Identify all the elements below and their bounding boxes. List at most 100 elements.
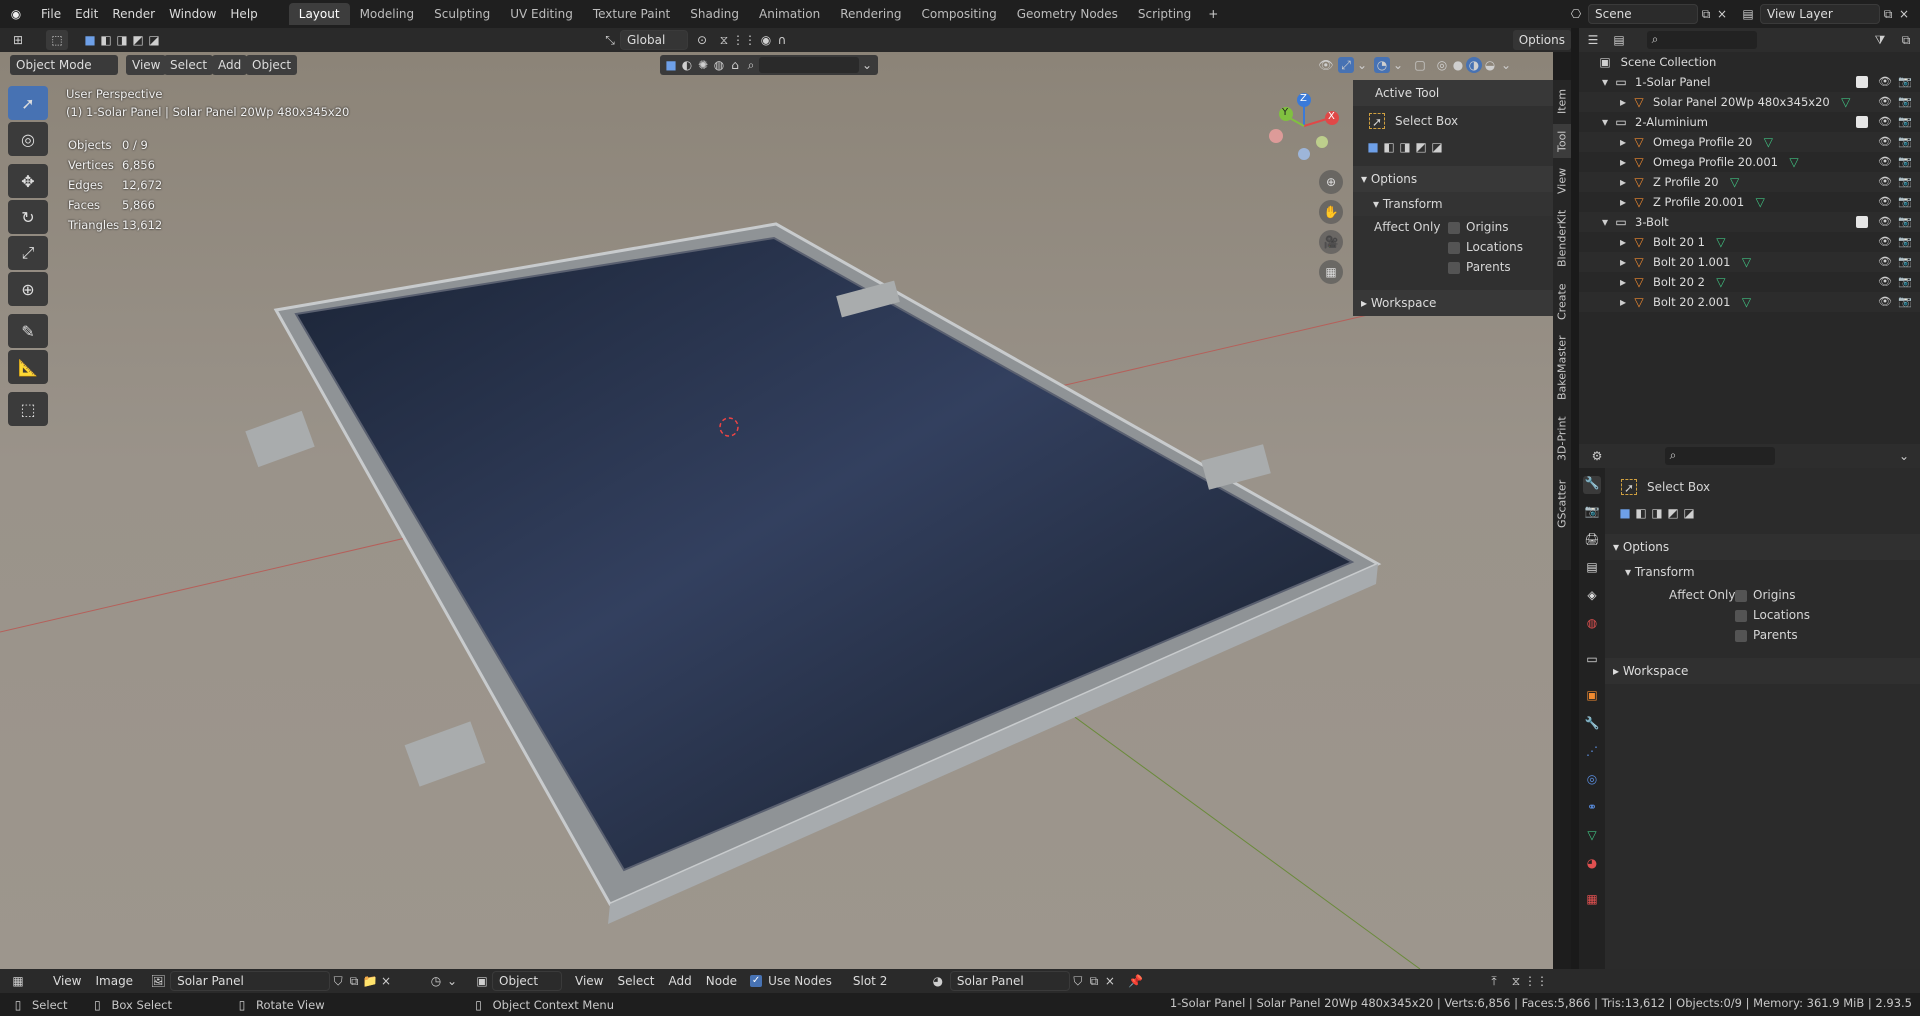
- workspace-header[interactable]: ▸ Workspace: [1605, 658, 1920, 684]
- chevron-right-icon[interactable]: ▸: [1615, 294, 1631, 310]
- chevron-right-icon[interactable]: ▸: [1615, 274, 1631, 290]
- chevron-down-icon[interactable]: ⌄: [444, 973, 460, 989]
- tab-sculpting[interactable]: Sculpting: [424, 3, 500, 25]
- tab-scripting[interactable]: Scripting: [1128, 3, 1201, 25]
- shading-solid-icon[interactable]: ●: [1450, 57, 1466, 73]
- visibility-eye-icon[interactable]: 👁: [1878, 252, 1892, 272]
- visibility-eye-icon[interactable]: 👁: [1878, 272, 1892, 292]
- visibility-icon[interactable]: 👁: [1318, 57, 1334, 73]
- mesh-data-icon[interactable]: ▽: [1786, 154, 1802, 170]
- render-camera-icon[interactable]: 📷: [1898, 232, 1912, 252]
- close-scene-icon[interactable]: ×: [1714, 6, 1730, 22]
- chevron-right-icon[interactable]: ▸: [1615, 194, 1631, 210]
- tab-animation[interactable]: Animation: [749, 3, 830, 25]
- active-tool-button[interactable]: ⬚: [46, 30, 68, 50]
- outliner-object-row[interactable]: ▸ ▽ Bolt 20 2 ▽ 👁 📷: [1579, 272, 1920, 292]
- object-type-light-icon[interactable]: ✺: [695, 57, 711, 73]
- scene-collection-row[interactable]: ▣ Scene Collection: [1579, 52, 1920, 72]
- tab-3d-print[interactable]: 3D-Print: [1553, 414, 1571, 464]
- chevron-down-icon[interactable]: ▾: [1597, 114, 1613, 130]
- render-camera-icon[interactable]: 📷: [1898, 292, 1912, 312]
- visibility-eye-icon[interactable]: 👁: [1878, 172, 1892, 192]
- mode-extend-icon[interactable]: ◧: [98, 32, 114, 48]
- render-camera-icon[interactable]: 📷: [1898, 132, 1912, 152]
- shader-type-icon[interactable]: ▣: [474, 973, 490, 989]
- output-tab-icon[interactable]: 🖨: [1583, 532, 1601, 550]
- material-browse-icon[interactable]: ◕: [930, 973, 946, 989]
- zoom-icon[interactable]: ⊕: [1319, 170, 1343, 194]
- parents-checkbox[interactable]: Parents: [1448, 260, 1511, 274]
- mode-intersect-icon[interactable]: ◪: [1429, 139, 1445, 155]
- view-layer-field[interactable]: View Layer: [1760, 4, 1880, 24]
- outliner-object-row[interactable]: ▸ ▽ Solar Panel 20Wp 480x345x20 ▽ 👁 📷: [1579, 92, 1920, 112]
- tab-layout[interactable]: Layout: [288, 3, 350, 25]
- mode-subtract-icon[interactable]: ◨: [1649, 505, 1665, 521]
- tab-blenderkit[interactable]: BlenderKit: [1553, 206, 1571, 270]
- physics-tab-icon[interactable]: ◎: [1583, 772, 1601, 790]
- transform-header[interactable]: ▾ Transform: [1353, 192, 1553, 216]
- image-name-field[interactable]: Solar Panel Metalness.jpg.001: [170, 971, 331, 1006]
- parents-checkbox[interactable]: Parents: [1735, 628, 1798, 642]
- collection-checkbox[interactable]: [1856, 216, 1868, 228]
- menu-edit[interactable]: Edit: [68, 0, 105, 28]
- object-type-mesh-icon[interactable]: ■: [663, 57, 679, 73]
- new-scene-icon[interactable]: ⧉: [1698, 6, 1714, 22]
- editor-type-icon[interactable]: ▦: [10, 973, 26, 989]
- new-material-icon[interactable]: ⧉: [1086, 973, 1102, 989]
- overlay-toggle-icon[interactable]: ◔: [1374, 57, 1390, 73]
- tab-tool[interactable]: Tool: [1553, 124, 1571, 158]
- node-menu[interactable]: Node: [699, 971, 744, 991]
- mesh-data-icon[interactable]: ▽: [1739, 294, 1755, 310]
- select-menu[interactable]: Select: [164, 55, 214, 75]
- unlink-material-icon[interactable]: ×: [1102, 973, 1118, 989]
- camera-view-icon[interactable]: 🎥: [1319, 230, 1343, 254]
- mesh-data-icon[interactable]: ▽: [1760, 134, 1776, 150]
- ortho-toggle-icon[interactable]: ▦: [1319, 260, 1343, 284]
- move-tool[interactable]: ✥: [8, 164, 48, 198]
- mesh-data-icon[interactable]: ▽: [1752, 194, 1768, 210]
- chevron-down-icon[interactable]: ▾: [1597, 214, 1613, 230]
- mode-invert-icon[interactable]: ◩: [130, 32, 146, 48]
- viewport-search-icon[interactable]: ⌕: [743, 57, 759, 73]
- outliner-collection-row[interactable]: ▾ ▭ 1-Solar Panel 👁 📷: [1579, 72, 1920, 92]
- outliner-object-row[interactable]: ▸ ▽ Bolt 20 2.001 ▽ 👁 📷: [1579, 292, 1920, 312]
- snap-icon[interactable]: ⧖: [716, 32, 732, 48]
- add-cube-tool[interactable]: ⬚: [8, 392, 48, 426]
- locations-checkbox[interactable]: Locations: [1448, 240, 1523, 254]
- menu-file[interactable]: File: [34, 0, 68, 28]
- falloff-icon[interactable]: ∩: [774, 32, 790, 48]
- tab-view[interactable]: View: [1553, 164, 1571, 198]
- visibility-eye-icon[interactable]: 👁: [1878, 112, 1892, 132]
- mode-new-icon[interactable]: ■: [82, 32, 98, 48]
- object-menu[interactable]: Object: [246, 55, 298, 75]
- tab-geometry-nodes[interactable]: Geometry Nodes: [1007, 3, 1128, 25]
- render-camera-icon[interactable]: 📷: [1898, 112, 1912, 132]
- outliner-object-row[interactable]: ▸ ▽ Bolt 20 1.001 ▽ 👁 📷: [1579, 252, 1920, 272]
- outliner-object-row[interactable]: ▸ ▽ Z Profile 20.001 ▽ 👁 📷: [1579, 192, 1920, 212]
- mode-invert-icon[interactable]: ◩: [1665, 505, 1681, 521]
- add-menu[interactable]: Add: [212, 55, 248, 75]
- display-mode-icon[interactable]: ▤: [1611, 32, 1627, 48]
- outliner-collection-row[interactable]: ▾ ▭ 3-Bolt 👁 📷: [1579, 212, 1920, 232]
- snap-target-icon[interactable]: ⋮⋮: [732, 32, 756, 48]
- shader-type-dropdown[interactable]: Object: [492, 971, 562, 991]
- rotate-tool[interactable]: ↻: [8, 200, 48, 234]
- modifier-tab-icon[interactable]: 🔧: [1583, 716, 1601, 734]
- tab-uv-editing[interactable]: UV Editing: [500, 3, 583, 25]
- chevron-right-icon[interactable]: ▸: [1615, 94, 1631, 110]
- visibility-eye-icon[interactable]: 👁: [1878, 292, 1892, 312]
- chevron-down-icon[interactable]: ⌄: [859, 57, 875, 73]
- render-camera-icon[interactable]: 📷: [1898, 172, 1912, 192]
- view-layer-tab-icon[interactable]: ▤: [1583, 560, 1601, 578]
- measure-tool[interactable]: 📐: [8, 350, 48, 384]
- node-select-menu[interactable]: Select: [610, 971, 661, 991]
- fake-user-icon[interactable]: ⛉: [1070, 973, 1086, 989]
- gizmo-toggle-icon[interactable]: ⤢: [1338, 57, 1354, 73]
- mesh-data-icon[interactable]: ▽: [1713, 234, 1729, 250]
- menu-render[interactable]: Render: [105, 0, 162, 28]
- editor-type-icon[interactable]: ⊞: [10, 32, 26, 48]
- render-camera-icon[interactable]: 📷: [1898, 252, 1912, 272]
- shading-wireframe-icon[interactable]: ◎: [1434, 57, 1450, 73]
- tab-modeling[interactable]: Modeling: [350, 3, 425, 25]
- shading-material-icon[interactable]: ◑: [1466, 57, 1482, 73]
